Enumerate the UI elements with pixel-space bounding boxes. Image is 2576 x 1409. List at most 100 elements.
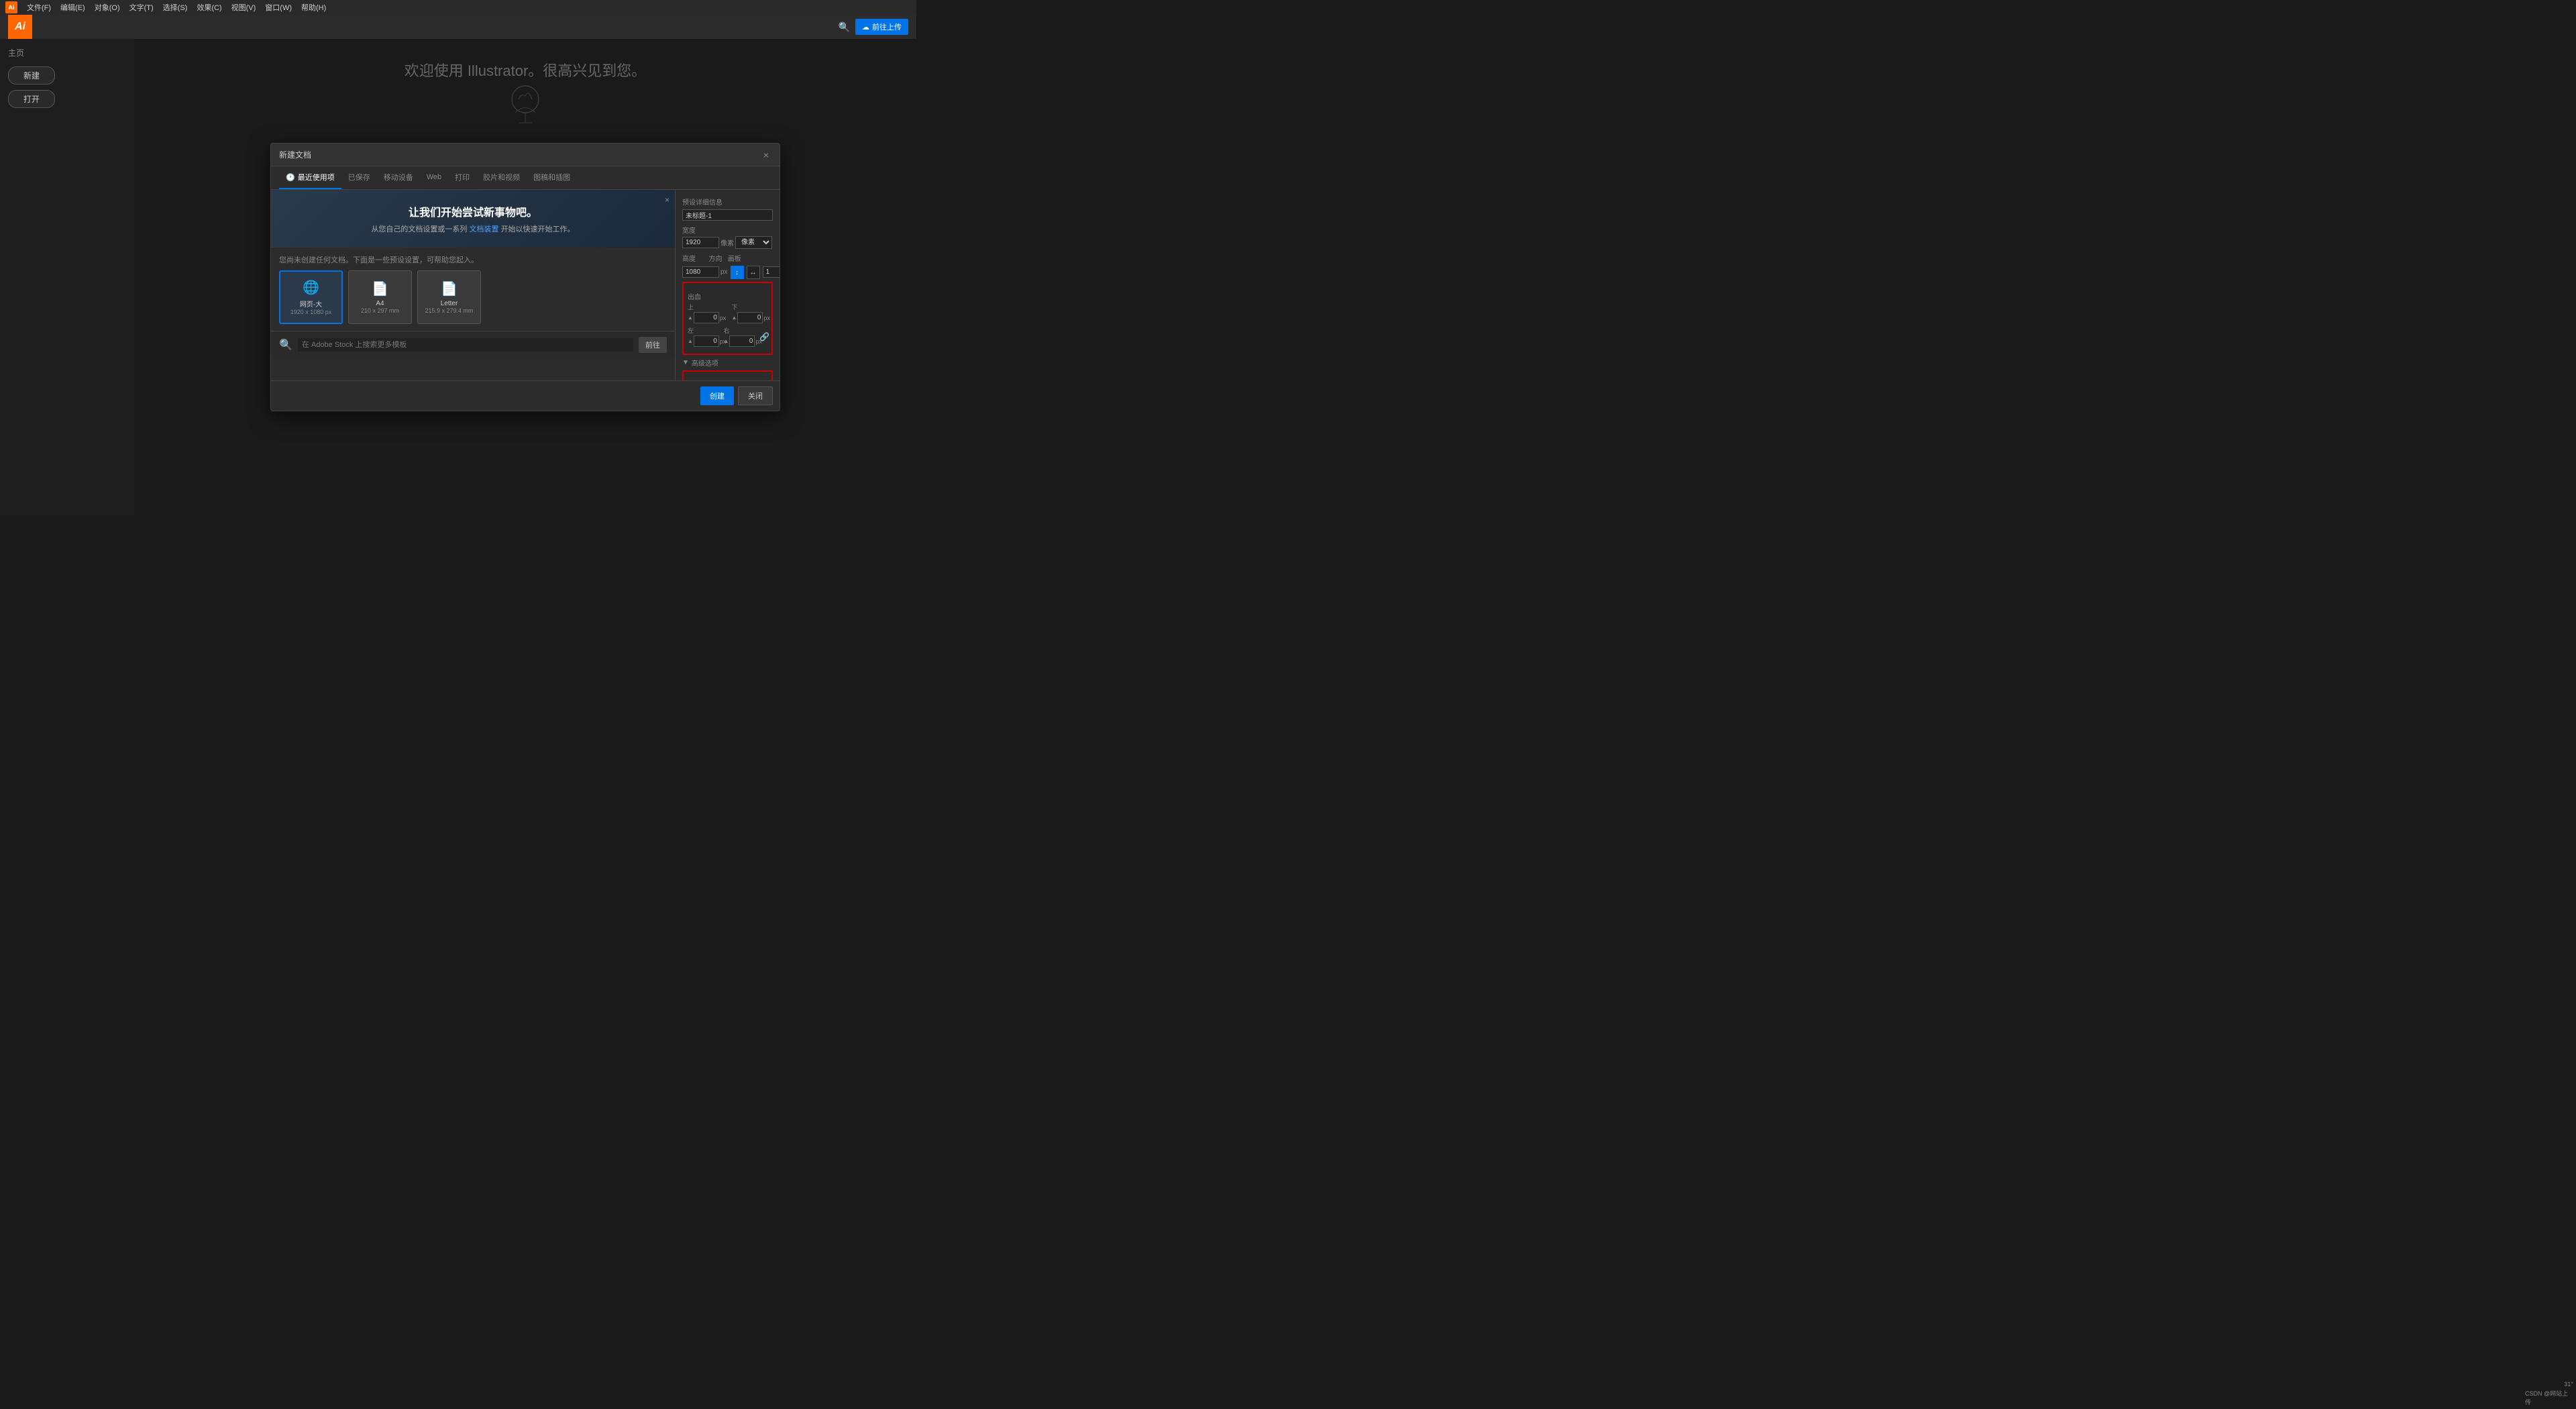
template-search-input[interactable] (298, 338, 633, 352)
height-input-wrap: px (682, 266, 728, 278)
width-input[interactable] (682, 237, 719, 248)
dialog-titlebar: 新建文档 × (271, 144, 780, 166)
app-logo-small: Ai (5, 1, 17, 13)
artboard-label: 画板 (728, 256, 741, 263)
dialog-close-button[interactable]: × (761, 150, 771, 160)
search-icon-dialog: 🔍 (279, 338, 292, 352)
open-button[interactable]: 打开 (8, 90, 55, 108)
bleed-left-input[interactable] (694, 335, 719, 347)
dialog-right-panel: 预设详细信息 宽度 像素 像素 毫米 (676, 190, 780, 380)
preset-card-a4[interactable]: 📄 A4 210 x 297 mm (348, 270, 412, 324)
clock-icon: 🕐 (286, 173, 295, 182)
preset-size-0: 1920 x 1080 px (290, 309, 332, 315)
bleed-bottom-input[interactable] (737, 312, 763, 323)
document-name-input[interactable] (682, 209, 773, 221)
recent-label: 您尚未创建任何文档。下面是一些预设设置，可帮助您起入。 (279, 254, 667, 265)
bleed-left-label: 左 (688, 326, 724, 335)
bleed-bottom-input-row: ▲ px (731, 312, 767, 323)
menubar: Ai 文件(F) 编辑(E) 对象(O) 文字(T) 选择(S) 效果(C) 视… (0, 0, 916, 15)
titlebar: Ai 🔍 ☁ 前往上传 (0, 15, 916, 39)
dialog-tabs: 🕐 最近使用项 已保存 移动设备 Web 打印 胶片和视频 图稿和插图 (271, 166, 780, 190)
width-label: 宽度 (682, 225, 773, 235)
cancel-button[interactable]: 关闭 (738, 386, 773, 405)
banner-close-button[interactable]: × (665, 195, 669, 205)
menu-text[interactable]: 文字(T) (125, 1, 158, 14)
new-button[interactable]: 新建 (8, 66, 55, 85)
bleed-left-col: 左 ▲ px (688, 326, 724, 347)
portrait-button[interactable]: ↕ (731, 266, 744, 279)
chevron-down-icon: ▼ (682, 359, 689, 366)
create-button[interactable]: 创建 (700, 386, 734, 405)
webpage-icon: 🌐 (303, 279, 319, 296)
dialog-footer: 创建 关闭 (271, 380, 780, 411)
bleed-left-right-row: 左 ▲ px 右 ▲ (688, 326, 767, 347)
tab-web[interactable]: Web (420, 168, 448, 188)
new-document-dialog: 新建文档 × 🕐 最近使用项 已保存 移动设备 Web 打印 胶片和视频 图稿和… (270, 143, 780, 411)
tab-mobile[interactable]: 移动设备 (377, 166, 420, 189)
orientation-group: ↕ ↔ (731, 266, 760, 279)
width-unit-select[interactable]: 像素 毫米 厘米 (735, 236, 772, 249)
bleed-bottom-up[interactable]: ▲ (731, 315, 737, 321)
dialog-search: 🔍 前往 (271, 331, 675, 358)
bleed-label: 出血 (688, 291, 767, 301)
menu-window[interactable]: 窗口(W) (261, 1, 296, 14)
main-content: 主页 新建 打开 欢迎使用 Illustrator。很高兴见到您。 新建文档 × (0, 39, 916, 515)
temperature-display: 31° (2564, 1381, 2573, 1388)
tab-print[interactable]: 打印 (448, 166, 476, 189)
search-icon[interactable]: 🔍 (839, 21, 850, 33)
link-icon[interactable]: 🔗 (759, 332, 769, 342)
menu-view[interactable]: 视图(V) (227, 1, 260, 14)
color-mode-section: 颜色模式 RGB 颜色 CMYK 颜色 (682, 370, 773, 380)
bleed-top-up[interactable]: ▲ (688, 315, 693, 321)
menu-select[interactable]: 选择(S) (159, 1, 192, 14)
tab-film[interactable]: 胶片和视频 (476, 166, 527, 189)
preset-name-2: Letter (441, 300, 458, 307)
menu-file[interactable]: 文件(F) (23, 1, 55, 14)
menu-object[interactable]: 对象(O) (91, 1, 124, 14)
dialog-banner: × 让我们开始尝试新事物吧。 从您自己的文档设置或一系列 文档装置 开始以快速开… (271, 190, 675, 248)
preset-size-2: 215.9 x 279.4 mm (425, 307, 473, 314)
tab-artwork[interactable]: 图稿和插图 (527, 166, 577, 189)
height-label: 高度 方向 画板 (682, 253, 773, 263)
width-unit: 像素 (720, 238, 734, 248)
app-logo: Ai (8, 15, 32, 39)
preset-card-webpage[interactable]: 🌐 网页-大 1920 x 1080 px (279, 270, 343, 324)
systray: 31° CSDN @网站上传 (2522, 1342, 2576, 1409)
tab-saved[interactable]: 已保存 (341, 166, 377, 189)
bleed-right-up[interactable]: ▲ (724, 338, 729, 344)
height-input[interactable] (682, 266, 719, 278)
bleed-top-input[interactable] (694, 312, 719, 323)
artboard-count-input[interactable] (763, 266, 780, 278)
preset-name-0: 网页-大 (300, 299, 322, 309)
bleed-right-input[interactable] (729, 335, 755, 347)
bleed-top-label: 上 (688, 303, 724, 311)
bleed-top-bottom-row: 上 ▲ px 下 ▲ (688, 303, 767, 323)
preset-size-1: 210 x 297 mm (361, 307, 399, 314)
bleed-bottom-unit: px (763, 315, 770, 321)
search-go-button[interactable]: 前往 (639, 337, 667, 353)
bleed-bottom-col: 下 ▲ px (731, 303, 767, 323)
template-link[interactable]: 文档装置 (470, 225, 499, 233)
titlebar-right: 🔍 ☁ 前往上传 (839, 19, 908, 35)
menu-help[interactable]: 帮助(H) (297, 1, 330, 14)
tab-recent[interactable]: 🕐 最近使用项 (279, 166, 341, 189)
cloud-upload-button[interactable]: ☁ 前往上传 (855, 19, 908, 35)
banner-subtitle: 从您自己的文档设置或一系列 文档装置 开始以快速开始工作。 (284, 223, 661, 234)
menu-effect[interactable]: 效果(C) (193, 1, 225, 14)
dialog-body: × 让我们开始尝试新事物吧。 从您自己的文档设置或一系列 文档装置 开始以快速开… (271, 190, 780, 380)
presets-grid: 🌐 网页-大 1920 x 1080 px 📄 A4 210 x 297 mm (279, 270, 667, 324)
preset-card-letter[interactable]: 📄 Letter 215.9 x 279.4 mm (417, 270, 481, 324)
a4-icon: 📄 (372, 280, 388, 297)
menu-edit[interactable]: 编辑(E) (56, 1, 89, 14)
bleed-left-input-row: ▲ px (688, 335, 724, 347)
height-row: px ↕ ↔ (682, 264, 773, 279)
bleed-left-up[interactable]: ▲ (688, 338, 693, 344)
bleed-bottom-label: 下 (731, 303, 767, 311)
width-input-group: 像素 像素 毫米 厘米 (682, 236, 773, 249)
bleed-top-input-row: ▲ px (688, 312, 724, 323)
advanced-toggle[interactable]: ▼ 高级选项 (682, 358, 773, 368)
landscape-button[interactable]: ↔ (747, 266, 760, 279)
bleed-top-col: 上 ▲ px (688, 303, 724, 323)
bleed-right-col: 右 ▲ px (724, 326, 760, 347)
banner-title: 让我们开始尝试新事物吧。 (284, 203, 661, 219)
